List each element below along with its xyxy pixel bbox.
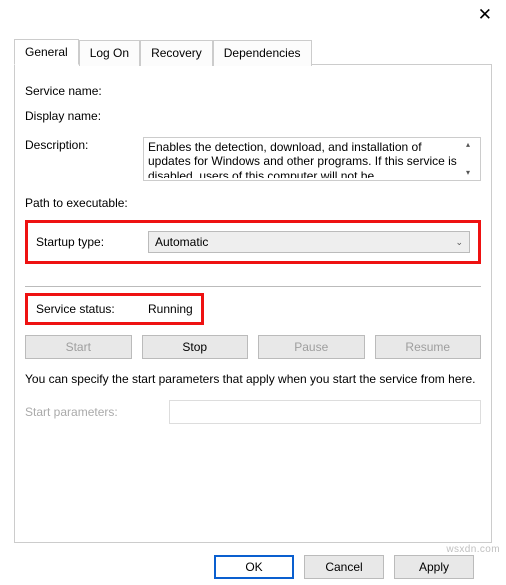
scroll-up-icon[interactable]: ▴ xyxy=(460,140,476,150)
tab-strip: General Log On Recovery Dependencies xyxy=(14,38,492,65)
apply-button[interactable]: Apply xyxy=(394,555,474,579)
highlight-startup-type: Startup type: Automatic ⌄ xyxy=(25,220,481,264)
divider xyxy=(25,286,481,287)
description-scroll[interactable]: ▴ ▾ xyxy=(460,140,476,178)
row-display-name: Display name: xyxy=(25,108,481,123)
label-path: Path to executable: xyxy=(25,195,143,210)
startup-type-value: Automatic xyxy=(155,235,208,249)
label-startup-type: Startup type: xyxy=(36,235,148,249)
startup-type-select[interactable]: Automatic ⌄ xyxy=(148,231,470,253)
row-description: Description: Enables the detection, down… xyxy=(25,137,481,181)
ok-button[interactable]: OK xyxy=(214,555,294,579)
watermark: wsxdn.com xyxy=(446,544,500,555)
dialog-button-row: OK Cancel Apply xyxy=(14,543,492,579)
row-start-parameters: Start parameters: xyxy=(25,400,481,424)
note-text: You can specify the start parameters tha… xyxy=(25,371,481,388)
row-service-status: Service status: Running xyxy=(25,293,481,325)
scroll-down-icon[interactable]: ▾ xyxy=(460,168,476,178)
label-display-name: Display name: xyxy=(25,108,143,123)
pause-button: Pause xyxy=(258,335,365,359)
stop-button[interactable]: Stop xyxy=(142,335,249,359)
cancel-button[interactable]: Cancel xyxy=(304,555,384,579)
tab-recovery[interactable]: Recovery xyxy=(140,40,213,66)
row-service-name: Service name: xyxy=(25,83,481,98)
tab-dependencies[interactable]: Dependencies xyxy=(213,40,312,66)
titlebar: ✕ xyxy=(0,0,506,30)
label-service-status: Service status: xyxy=(36,302,148,316)
start-button: Start xyxy=(25,335,132,359)
service-control-buttons: Start Stop Pause Resume xyxy=(25,335,481,359)
label-description: Description: xyxy=(25,137,143,152)
tab-panel-general: Service name: Display name: Description:… xyxy=(14,65,492,543)
label-service-name: Service name: xyxy=(25,83,143,98)
tab-log-on[interactable]: Log On xyxy=(79,40,140,66)
row-path: Path to executable: xyxy=(25,195,481,210)
label-start-parameters: Start parameters: xyxy=(25,405,169,419)
chevron-down-icon: ⌄ xyxy=(455,237,463,248)
value-service-status: Running xyxy=(148,302,193,316)
description-box[interactable]: Enables the detection, download, and ins… xyxy=(143,137,481,181)
close-icon[interactable]: ✕ xyxy=(478,5,492,25)
highlight-service-status: Service status: Running xyxy=(25,293,204,325)
row-startup-type: Startup type: Automatic ⌄ xyxy=(36,231,470,253)
tab-general[interactable]: General xyxy=(14,39,79,65)
description-text: Enables the detection, download, and ins… xyxy=(148,140,460,178)
resume-button: Resume xyxy=(375,335,482,359)
dialog-body: General Log On Recovery Dependencies Ser… xyxy=(0,30,506,579)
start-parameters-input xyxy=(169,400,481,424)
